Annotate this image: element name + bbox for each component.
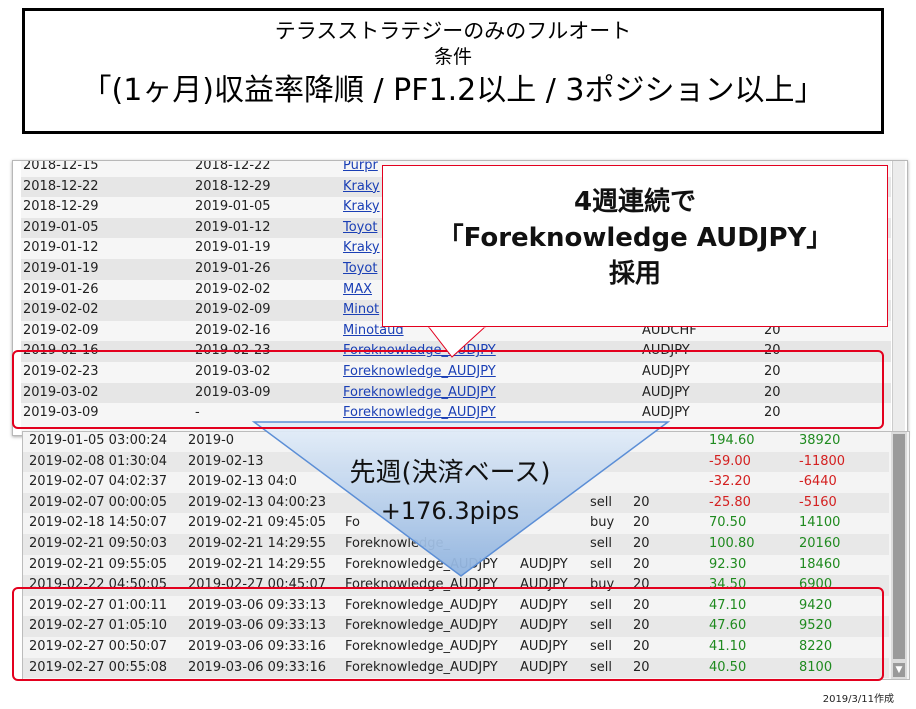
end-date-cell: 2018-12-22 <box>195 161 271 173</box>
strategy-link[interactable]: Toyot <box>343 218 377 238</box>
title-box: テラスストラテジーのみのフルオート 条件 「(1ヶ月)収益率降順 / PF1.2… <box>22 8 884 134</box>
side-cell: sell <box>590 536 612 551</box>
start-date-cell: 2019-01-12 <box>23 240 99 256</box>
start-date-cell: 2018-12-29 <box>23 199 99 215</box>
pips-cell: -32.20 <box>709 474 751 490</box>
strategy-cell: Foreknowledge_AUDJPY <box>345 556 498 572</box>
end-date-cell: 2019-02-16 <box>195 322 271 338</box>
end-date-cell: 2019-02-02 <box>195 281 271 297</box>
title-line-2: 条件 <box>433 46 472 68</box>
close-time-cell: 2019-02-21 14:29:55 <box>188 556 327 572</box>
end-date-cell: 2019-01-26 <box>195 261 271 276</box>
profit-cell: 18460 <box>799 556 841 572</box>
start-date-cell: 2019-01-05 <box>23 219 99 235</box>
strategy-link[interactable]: Kraky <box>343 238 380 258</box>
end-date-cell: 2019-02-09 <box>195 302 271 318</box>
profit-cell: -6440 <box>799 474 837 490</box>
strategy-link[interactable]: Kraky <box>343 177 380 197</box>
arrow-label-title: 先週(決済ベース) <box>349 458 551 488</box>
open-time-cell: 2019-02-21 09:55:05 <box>29 556 168 572</box>
open-time-cell: 2019-02-18 14:50:07 <box>29 515 168 531</box>
profit-cell: 14100 <box>799 515 841 531</box>
scroll-down-arrow-icon[interactable]: ▼ <box>893 663 905 677</box>
callout-line-3: 採用 <box>608 259 661 289</box>
profit-cell: -5160 <box>799 494 837 510</box>
close-time-cell: 2019-02-13 04:0 <box>188 474 297 490</box>
pips-cell: 194.60 <box>709 433 755 448</box>
highlight-strategy-rows <box>12 350 884 429</box>
strategy-link[interactable]: Kraky <box>343 197 380 217</box>
close-time-cell: 2019-0 <box>188 433 235 448</box>
profit-cell: 20160 <box>799 536 841 551</box>
open-time-cell: 2019-02-07 00:00:05 <box>29 494 168 510</box>
open-time-cell: 2019-02-07 04:02:37 <box>29 474 168 490</box>
scrollbar-thumb[interactable] <box>893 434 905 659</box>
side-cell: sell <box>590 556 612 572</box>
strategy-link[interactable]: MAX <box>343 280 372 300</box>
amount-cell: 20 <box>633 536 650 551</box>
callout-line-1: 4週連続で <box>573 187 697 217</box>
profit-cell: 38920 <box>799 433 841 448</box>
end-date-cell: 2018-12-29 <box>195 178 271 194</box>
start-date-cell: 2019-02-02 <box>23 302 99 318</box>
start-date-cell: 2019-02-09 <box>23 322 99 338</box>
title-line-1: テラスストラテジーのみのフルオート <box>274 19 632 43</box>
currency-pair-cell: AUDJPY <box>520 556 568 572</box>
open-time-cell: 2019-01-05 03:00:24 <box>29 433 168 448</box>
strategy-link[interactable]: Toyot <box>343 259 377 279</box>
pips-cell: 100.80 <box>709 536 755 551</box>
amount-cell: 20 <box>633 515 650 531</box>
title-line-3: 「(1ヶ月)収益率降順 / PF1.2以上 / 3ポジション以上」 <box>81 73 825 108</box>
table-row: 2019-02-21 09:50:03 2019-02-21 14:29:55 Fo… <box>23 534 889 555</box>
open-time-cell: 2019-02-21 09:50:03 <box>29 536 168 551</box>
amount-cell: 20 <box>633 556 650 572</box>
start-date-cell: 2018-12-15 <box>23 161 99 173</box>
start-date-cell: 2019-01-26 <box>23 281 99 297</box>
end-date-cell: 2019-01-19 <box>195 240 271 256</box>
close-time-cell: 2019-02-21 14:29:55 <box>188 536 327 551</box>
pips-cell: -25.80 <box>709 494 751 510</box>
profit-cell: -11800 <box>799 453 846 469</box>
highlight-trade-rows <box>12 587 884 681</box>
strategy-link[interactable]: Minot <box>343 300 379 320</box>
open-time-cell: 2019-02-08 01:30:04 <box>29 453 168 469</box>
close-time-cell: 2019-02-13 <box>188 453 264 469</box>
arrow-label-pips: +176.3pips <box>380 497 520 525</box>
trade-table-scrollbar[interactable]: ▼ <box>891 432 907 679</box>
pips-cell: 92.30 <box>709 556 747 572</box>
end-date-cell: 2019-01-12 <box>195 219 271 235</box>
callout-box: 4週連続で 「Foreknowledge AUDJPY」 採用 <box>382 165 888 327</box>
callout-line-2: 「Foreknowledge AUDJPY」 <box>437 223 833 253</box>
start-date-cell: 2019-01-19 <box>23 261 99 276</box>
strategy-link[interactable]: Purpr <box>343 161 378 176</box>
amount-cell: 20 <box>633 494 650 510</box>
strategy-table-scrollbar[interactable] <box>892 161 905 435</box>
table-row: 2019-02-21 09:55:05 2019-02-21 14:29:55 Fo… <box>23 555 889 576</box>
footnote-date: 2019/3/11作成 <box>822 694 894 705</box>
start-date-cell: 2018-12-22 <box>23 178 99 194</box>
end-date-cell: 2019-01-05 <box>195 199 271 215</box>
pips-cell: -59.00 <box>709 453 751 469</box>
strategy-cell: Foreknowledge_ <box>345 536 450 551</box>
pips-cell: 70.50 <box>709 515 747 531</box>
table-row: 2019-01-05 03:00:24 2019-0 194.60 38920 <box>23 431 889 452</box>
